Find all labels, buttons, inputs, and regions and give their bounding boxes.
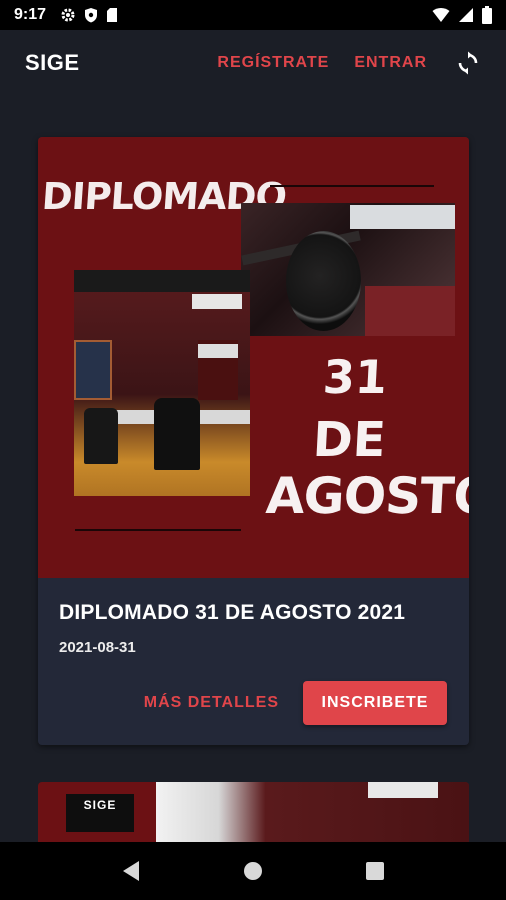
sige-logo: SIGE <box>66 794 134 832</box>
poster-de: DE <box>311 412 388 468</box>
card-body: DIPLOMADO 31 DE AGOSTO 2021 2021-08-31 <box>38 578 469 656</box>
status-bar: 9:17 <box>0 0 506 30</box>
app-bar: SIGE REGÍSTRATE ENTRAR <box>0 30 506 96</box>
status-icons-right <box>432 6 492 24</box>
poster-day: 31 <box>321 350 389 404</box>
app-title: SIGE <box>25 50 80 75</box>
poster-divider-bottom <box>75 529 241 531</box>
login-button[interactable]: ENTRAR <box>354 54 427 72</box>
sd-card-icon <box>107 8 118 22</box>
status-icons-left <box>60 7 118 23</box>
back-icon[interactable] <box>116 856 146 886</box>
poster-divider-top <box>270 185 434 187</box>
app-actions: REGÍSTRATE ENTRAR <box>217 50 481 76</box>
home-icon[interactable] <box>238 856 268 886</box>
status-time: 9:17 <box>14 6 47 23</box>
register-button[interactable]: REGÍSTRATE <box>217 54 329 72</box>
microphone-photo <box>241 203 455 336</box>
more-details-button[interactable]: MÁS DETALLES <box>144 694 279 712</box>
battery-icon <box>482 6 492 24</box>
event-card: DIPLOMADO 31 DE AGOSTO DIPLOMADO 31 DE A… <box>38 137 469 745</box>
enroll-button[interactable]: INSCRIBETE <box>303 681 447 725</box>
event-poster[interactable]: DIPLOMADO 31 DE AGOSTO <box>38 137 469 578</box>
recents-icon[interactable] <box>360 856 390 886</box>
card-actions: MÁS DETALLES INSCRIBETE <box>144 681 447 725</box>
poster-month: AGOSTO <box>264 467 469 525</box>
wifi-icon <box>432 8 450 22</box>
signal-icon <box>459 8 473 22</box>
gear-icon <box>61 8 75 22</box>
shield-icon <box>85 8 98 23</box>
event-date: 2021-08-31 <box>59 639 136 656</box>
studio-photo <box>74 270 250 496</box>
event-title: DIPLOMADO 31 DE AGOSTO 2021 <box>59 601 406 624</box>
refresh-icon[interactable] <box>455 50 481 76</box>
system-nav-bar <box>0 842 506 900</box>
